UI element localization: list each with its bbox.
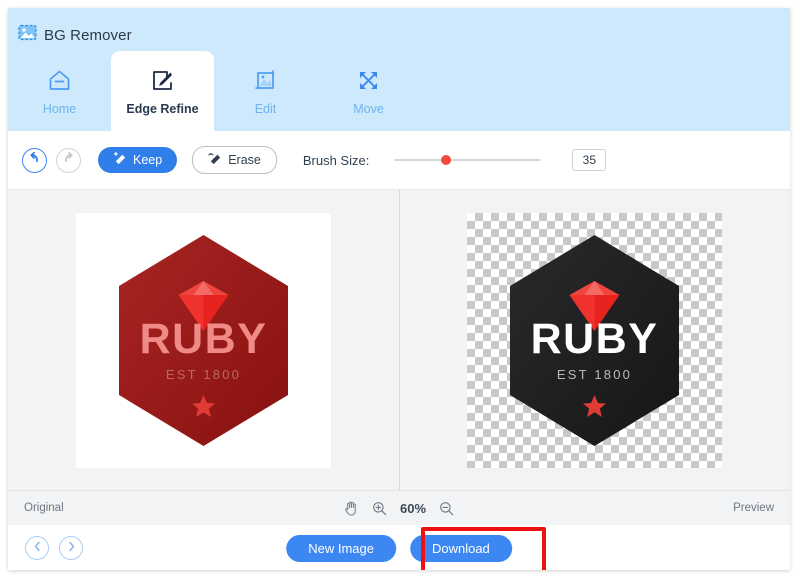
tab-bar: Home Edge Refine Edit Move — [8, 51, 790, 131]
app-title: BG Remover — [44, 26, 132, 44]
brush-size-label: Brush Size: — [302, 152, 370, 168]
redo-arrow-icon — [62, 151, 75, 169]
svg-text:RUBY: RUBY — [531, 315, 659, 363]
download-button[interactable]: Download — [409, 534, 512, 562]
footer-actions: New Image Download — [286, 534, 512, 562]
svg-text:EST 1800: EST 1800 — [166, 367, 241, 382]
new-image-button[interactable]: New Image — [286, 534, 396, 562]
tab-edit[interactable]: Edit — [214, 51, 317, 131]
bg-remover-window: BG Remover Home Edge Refine Edit Move Ke… — [8, 8, 790, 570]
tab-home-label: Home — [42, 101, 77, 116]
home-icon — [46, 67, 73, 95]
zoom-level: 60% — [399, 500, 427, 516]
status-bar: Original 60% Preview — [8, 490, 790, 525]
image-canvas: RUBY EST 1800 RUBY EST 1800 — [8, 190, 790, 490]
navigation-arrows — [25, 536, 83, 560]
undo-button[interactable] — [22, 147, 47, 173]
tab-edge-refine[interactable]: Edge Refine — [111, 51, 214, 131]
svg-text:RUBY: RUBY — [139, 315, 267, 363]
move-four-arrows-icon — [355, 67, 382, 95]
keep-button-label: Keep — [133, 153, 163, 167]
original-pane[interactable]: RUBY EST 1800 — [8, 190, 399, 490]
brush-size-slider[interactable] — [394, 150, 542, 170]
preview-pane[interactable]: RUBY EST 1800 — [398, 190, 791, 490]
undo-arrow-icon — [28, 151, 41, 169]
tab-move[interactable]: Move — [317, 51, 420, 131]
zoom-in-icon[interactable] — [372, 501, 387, 516]
chevron-left-icon — [33, 539, 42, 557]
brush-toolbar: Keep Erase Brush Size: 35 — [8, 131, 790, 190]
erase-button[interactable]: Erase — [192, 146, 277, 174]
app-brand: BG Remover — [18, 23, 132, 47]
erase-brush-icon — [208, 152, 223, 168]
keep-brush-icon — [113, 151, 128, 168]
slider-thumb[interactable] — [440, 155, 451, 165]
tab-move-label: Move — [353, 101, 384, 116]
zoom-out-icon[interactable] — [439, 501, 454, 516]
original-image: RUBY EST 1800 — [75, 212, 331, 468]
tab-edit-label: Edit — [254, 101, 277, 116]
preview-image: RUBY EST 1800 — [467, 212, 723, 468]
keep-button[interactable]: Keep — [98, 147, 178, 173]
app-header: BG Remover Home Edge Refine Edit Move — [8, 8, 790, 131]
zoom-controls: 60% — [344, 500, 454, 516]
brush-size-input[interactable]: 35 — [572, 149, 607, 171]
erase-button-label: Erase — [228, 153, 261, 167]
footer-bar: New Image Download — [8, 525, 790, 570]
preview-label: Preview — [733, 502, 774, 514]
tab-edge-refine-label: Edge Refine — [126, 101, 199, 116]
edge-refine-pen-icon — [149, 67, 176, 95]
redo-button[interactable] — [56, 147, 81, 173]
edit-crop-image-icon — [252, 67, 279, 95]
image-photo-icon — [18, 23, 37, 47]
previous-button[interactable] — [25, 536, 49, 560]
slider-track — [394, 159, 542, 161]
next-button[interactable] — [59, 536, 83, 560]
hand-pan-icon[interactable] — [344, 500, 359, 516]
svg-text:EST 1800: EST 1800 — [557, 367, 632, 382]
chevron-right-icon — [67, 539, 76, 557]
tab-home[interactable]: Home — [8, 51, 111, 131]
original-label: Original — [24, 502, 64, 514]
